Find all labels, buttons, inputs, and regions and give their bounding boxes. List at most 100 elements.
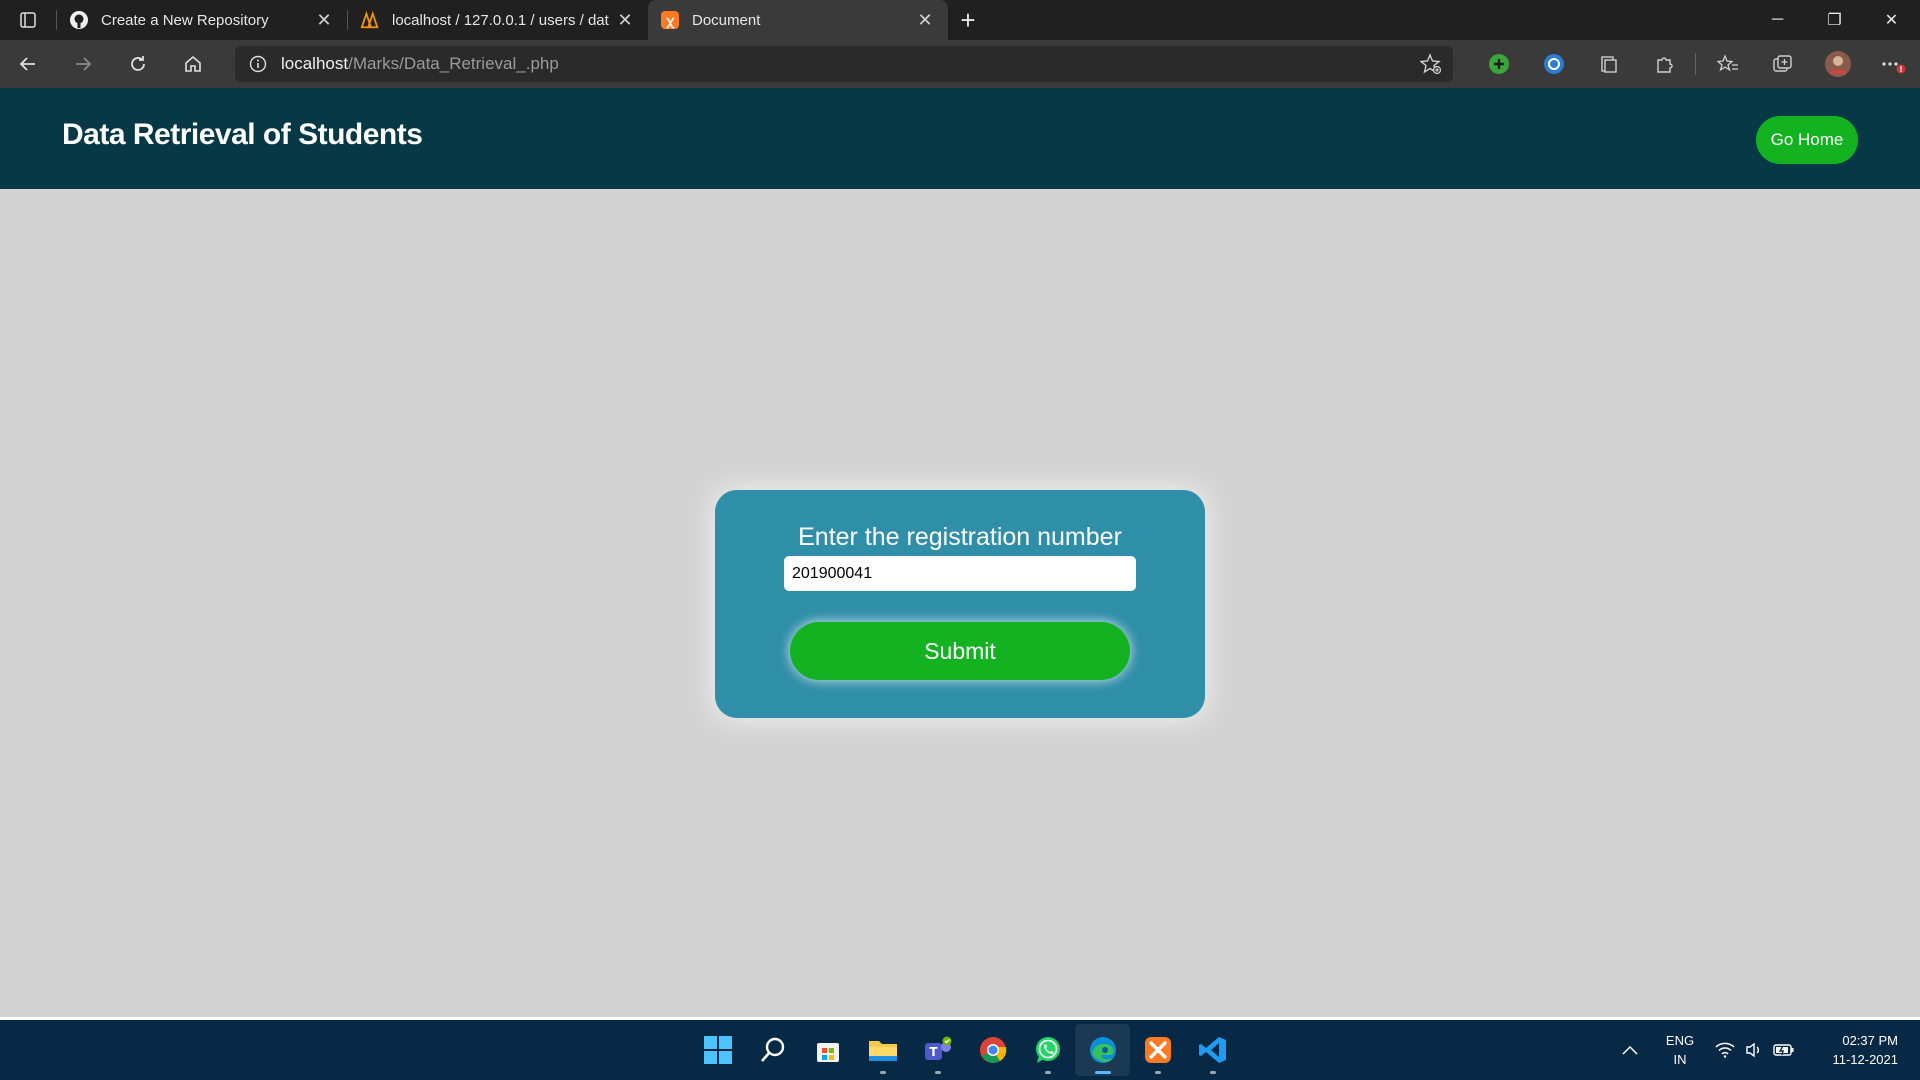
new-tab-button[interactable]: + [948, 0, 988, 40]
close-tab-icon[interactable]: ✕ [914, 9, 936, 31]
wifi-icon [1715, 1042, 1735, 1058]
taskbar-xampp[interactable] [1130, 1024, 1185, 1076]
go-home-button[interactable]: Go Home [1756, 116, 1858, 164]
more-dots-icon [1881, 62, 1905, 74]
home-icon [184, 55, 201, 72]
quick-settings-button[interactable] [1710, 1042, 1800, 1058]
registration-label: Enter the registration number [798, 523, 1122, 551]
collections-button[interactable] [1755, 40, 1810, 88]
running-indicator [1044, 1071, 1051, 1074]
show-hidden-icons-button[interactable] [1610, 1045, 1650, 1055]
page-title: Data Retrieval of Students [62, 118, 423, 151]
window-controls: ─ ❐ ✕ [1749, 0, 1920, 40]
favorites-button[interactable] [1700, 40, 1755, 88]
submit-button[interactable]: Submit [790, 622, 1130, 680]
github-icon [69, 10, 89, 30]
language-code: ENG [1665, 1033, 1695, 1048]
sync-extension[interactable] [1526, 40, 1581, 88]
close-tab-icon[interactable]: ✕ [614, 9, 636, 31]
url-host: localhost [281, 54, 349, 73]
registration-form-card: Enter the registration number Submit [715, 490, 1205, 718]
tab-title: localhost / 127.0.0.1 / users / dat [392, 11, 609, 29]
file-explorer-icon [868, 1041, 897, 1061]
extensions-button[interactable] [1636, 40, 1691, 88]
add-favorite-icon[interactable] [1419, 52, 1443, 76]
chrome-icon [979, 1037, 1006, 1063]
svg-text:T: T [929, 1045, 938, 1059]
puzzle-icon [1656, 57, 1673, 73]
taskbar: T ENG IN 02:37 PM 11-12-2021 [0, 1020, 1920, 1080]
sync-circle-icon [1543, 54, 1564, 74]
extensions-area [1471, 40, 1920, 88]
restore-icon[interactable]: ❐ [1806, 0, 1863, 40]
taskbar-edge[interactable] [1075, 1024, 1130, 1076]
running-indicator [1094, 1071, 1111, 1074]
tab-github[interactable]: Create a New Repository ✕ [57, 0, 347, 40]
running-indicator [879, 1071, 886, 1074]
home-button[interactable] [165, 40, 220, 88]
vscode-icon [1198, 1037, 1226, 1063]
tab-actions-icon [20, 12, 36, 28]
tab-document[interactable]: ꭓ Document ✕ [648, 0, 948, 40]
edge-icon [1089, 1037, 1116, 1063]
toolbar-separator [1695, 53, 1696, 75]
start-button[interactable] [690, 1024, 745, 1076]
running-indicator [934, 1071, 941, 1074]
taskbar-vscode[interactable] [1185, 1024, 1240, 1076]
tab-actions-button[interactable] [0, 0, 56, 40]
browser-tab-bar: Create a New Repository ✕ localhost / 12… [0, 0, 1920, 40]
url-path: /Marks/Data_Retrieval_.php [348, 54, 559, 73]
xampp-icon [1144, 1037, 1171, 1063]
clock-date: 11-12-2021 [1832, 1052, 1898, 1067]
avatar [1824, 51, 1851, 77]
forward-button[interactable] [55, 40, 110, 88]
search-icon [760, 1037, 784, 1062]
plus-circle-icon [1488, 54, 1509, 74]
forward-arrow-icon [75, 57, 91, 71]
profile-button[interactable] [1810, 40, 1865, 88]
refresh-icon [130, 56, 145, 71]
language-region: IN [1673, 1052, 1687, 1067]
collections-icon [1772, 55, 1792, 72]
url-text: localhost/Marks/Data_Retrieval_.php [281, 54, 559, 74]
volume-icon [1746, 1042, 1759, 1058]
tab-title: Create a New Repository [101, 11, 269, 29]
favorites-list-icon [1716, 54, 1738, 72]
taskbar-apps: T [690, 1020, 1240, 1080]
taskbar-search-button[interactable] [745, 1024, 800, 1076]
address-bar[interactable]: localhost/Marks/Data_Retrieval_.php [235, 46, 1453, 82]
taskbar-file-explorer[interactable] [855, 1024, 910, 1076]
teams-icon: T [924, 1036, 951, 1060]
browser-toolbar: localhost/Marks/Data_Retrieval_.php [0, 40, 1920, 88]
settings-more-button[interactable] [1865, 40, 1920, 88]
running-indicator [1209, 1071, 1216, 1074]
tab-phpmyadmin[interactable]: localhost / 127.0.0.1 / users / dat ✕ [348, 0, 648, 40]
microsoft-store-icon [816, 1043, 839, 1062]
xampp-icon: ꭓ [660, 10, 680, 30]
phpmyadmin-icon [360, 10, 380, 30]
running-indicator [1154, 1071, 1161, 1074]
taskbar-whatsapp[interactable] [1020, 1024, 1075, 1076]
reading-extension[interactable] [1581, 40, 1636, 88]
site-info-icon[interactable] [235, 55, 281, 73]
registration-number-input[interactable] [784, 556, 1136, 591]
system-tray: ENG IN 02:37 PM 11-12-2021 [1610, 1020, 1920, 1080]
whatsapp-icon [1035, 1037, 1060, 1063]
document-icon [1600, 56, 1617, 73]
close-window-icon[interactable]: ✕ [1863, 0, 1920, 40]
back-arrow-icon [19, 57, 35, 71]
clock-button[interactable]: 02:37 PM 11-12-2021 [1800, 1031, 1920, 1069]
battery-charging-icon [1773, 1044, 1794, 1056]
refresh-button[interactable] [110, 40, 165, 88]
page-header: Data Retrieval of Students Go Home [0, 88, 1920, 189]
language-indicator[interactable]: ENG IN [1650, 1031, 1710, 1069]
minimize-icon[interactable]: ─ [1749, 0, 1806, 40]
back-button[interactable] [0, 40, 55, 88]
windows-start-icon [703, 1036, 732, 1064]
clock-time: 02:37 PM [1842, 1033, 1898, 1048]
green-plus-extension[interactable] [1471, 40, 1526, 88]
taskbar-store[interactable] [800, 1024, 855, 1076]
close-tab-icon[interactable]: ✕ [313, 9, 335, 31]
taskbar-chrome[interactable] [965, 1024, 1020, 1076]
taskbar-teams[interactable]: T [910, 1024, 965, 1076]
